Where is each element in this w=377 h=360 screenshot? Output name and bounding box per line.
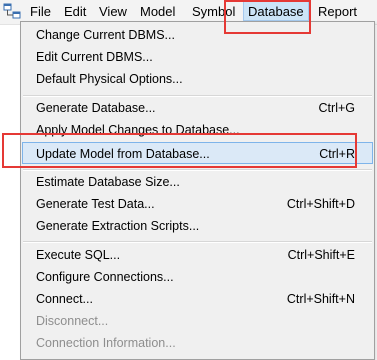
menu-item-execute-sql[interactable]: Execute SQL... Ctrl+Shift+E [22, 244, 373, 266]
menu-item-connection-information: Connection Information... [22, 332, 373, 354]
menu-item-label: Estimate Database Size... [36, 175, 180, 189]
menu-item-default-physical-options[interactable]: Default Physical Options... [22, 68, 373, 90]
menu-item-label: Execute SQL... [36, 248, 121, 262]
application-window: File Edit View Model Symbol Database Rep… [0, 0, 377, 360]
menu-item-label: Default Physical Options... [36, 72, 183, 86]
database-dropdown-menu: Change Current DBMS... Edit Current DBMS… [20, 21, 375, 360]
menu-item-label: Configure Connections... [36, 270, 174, 284]
menu-item-shortcut: Ctrl+Shift+D [286, 197, 355, 211]
menu-item-shortcut: Ctrl+Shift+N [286, 292, 355, 306]
menu-item-generate-test-data[interactable]: Generate Test Data... Ctrl+Shift+D [22, 193, 373, 215]
menu-item-label: Connection Information... [36, 336, 176, 350]
menu-item-change-current-dbms[interactable]: Change Current DBMS... [22, 24, 373, 46]
menu-item-apply-model-changes[interactable]: Apply Model Changes to Database... [22, 119, 373, 141]
menu-item-shortcut: Ctrl+R [319, 147, 355, 161]
menu-item-label: Change Current DBMS... [36, 28, 175, 42]
menu-item-label: Connect... [36, 292, 93, 306]
menu-item-shortcut: Ctrl+Shift+E [287, 248, 355, 262]
menu-item-generate-extraction-scripts[interactable]: Generate Extraction Scripts... [22, 215, 373, 237]
menu-item-generate-database[interactable]: Generate Database... Ctrl+G [22, 97, 373, 119]
menu-item-label: Edit Current DBMS... [36, 50, 153, 64]
menu-database[interactable]: Database [243, 1, 309, 21]
menu-item-label: Generate Extraction Scripts... [36, 219, 200, 233]
menu-item-label: Generate Test Data... [36, 197, 155, 211]
menu-item-configure-connections[interactable]: Configure Connections... [22, 266, 373, 288]
menu-separator [23, 241, 372, 243]
menu-item-label: Apply Model Changes to Database... [36, 123, 240, 137]
menu-item-label: Disconnect... [36, 314, 109, 328]
table-grid-icon[interactable] [3, 3, 21, 20]
menu-item-shortcut: Ctrl+G [318, 101, 355, 115]
menu-item-update-model-from-database[interactable]: Update Model from Database... Ctrl+R [22, 142, 373, 164]
menu-item-label: Generate Database... [36, 101, 156, 115]
menu-item-connect[interactable]: Connect... Ctrl+Shift+N [22, 288, 373, 310]
menu-item-label: Update Model from Database... [36, 147, 210, 161]
menu-item-estimate-database-size[interactable]: Estimate Database Size... [22, 171, 373, 193]
menu-item-edit-current-dbms[interactable]: Edit Current DBMS... [22, 46, 373, 68]
menu-item-disconnect: Disconnect... [22, 310, 373, 332]
